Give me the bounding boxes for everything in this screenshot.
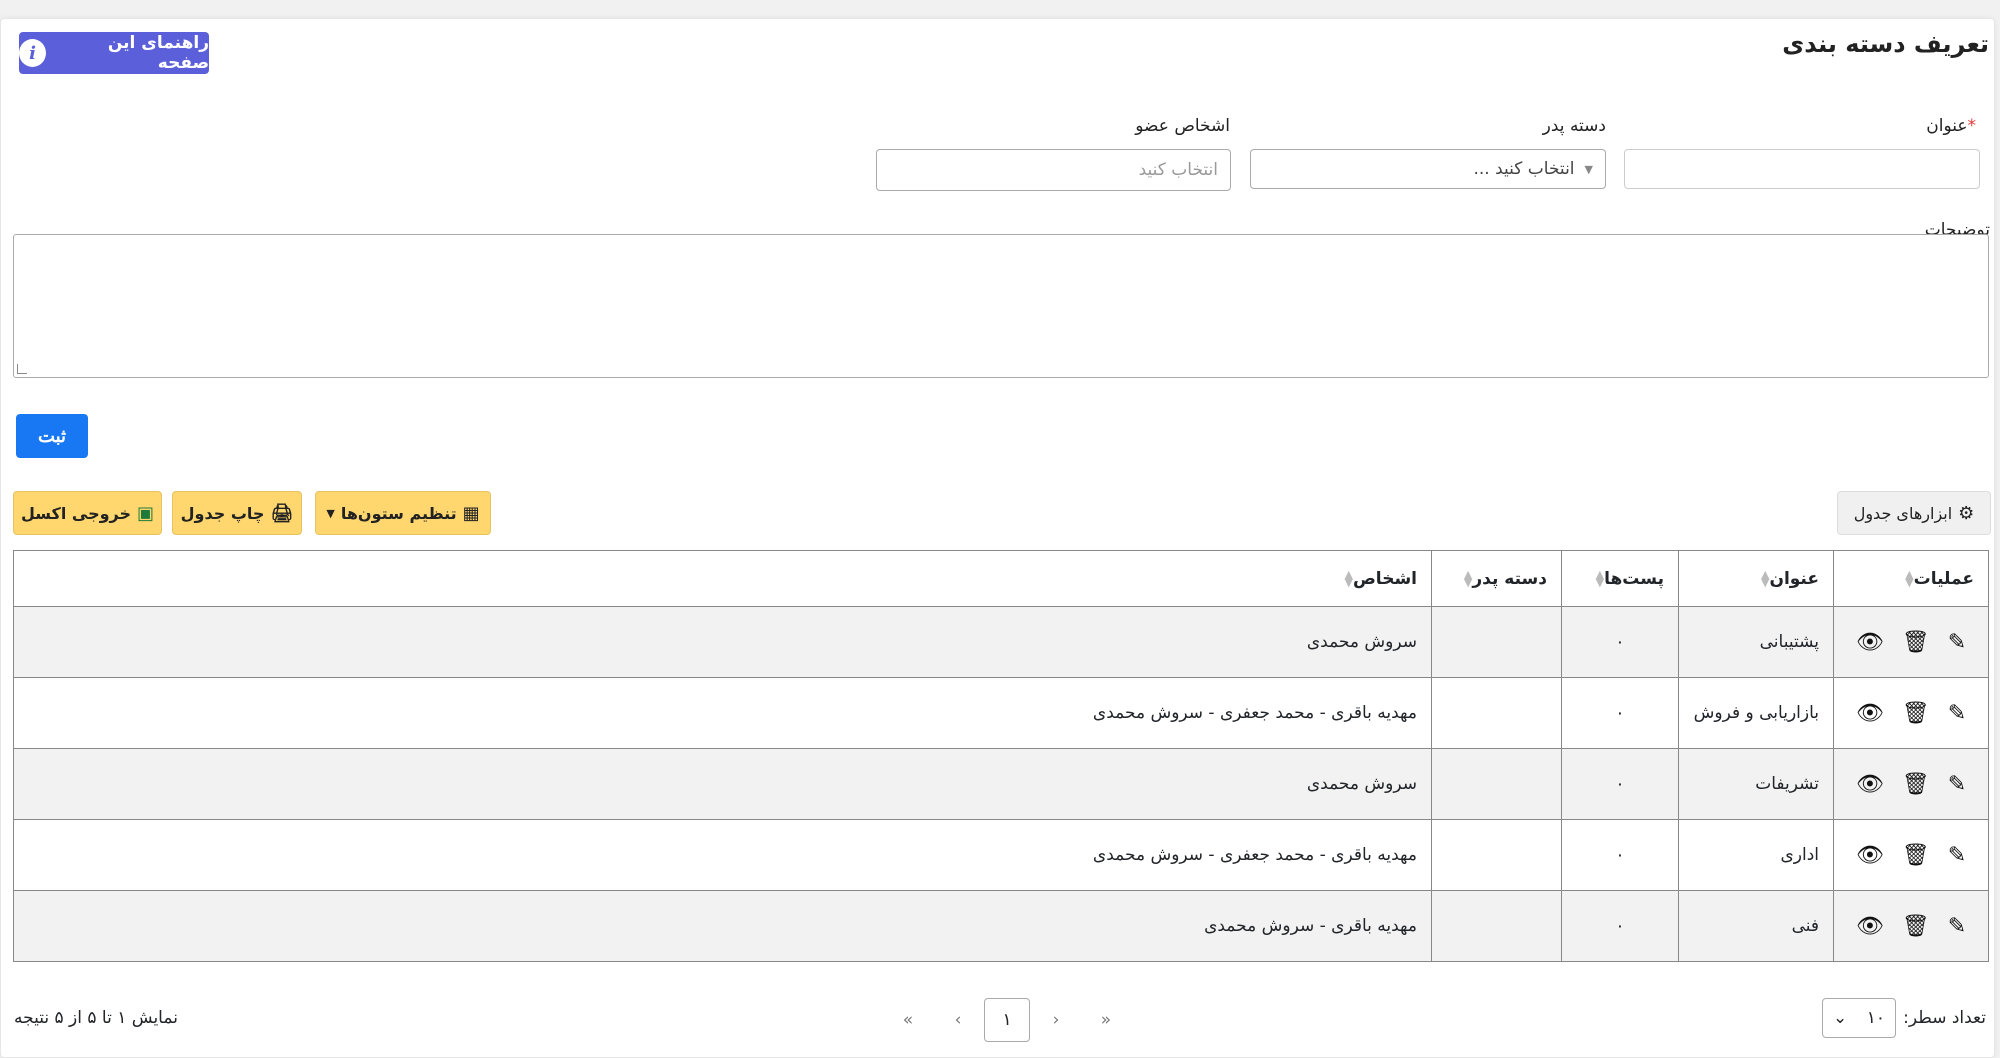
row-parent [1431,890,1562,962]
row-persons: مهدیه باقری - سروش محمدی [13,890,1432,962]
row-operations: 👁 🗑 ✎ [1833,819,1989,891]
row-title: تشریفات [1678,748,1834,820]
members-select[interactable]: انتخاب کنید [876,149,1231,191]
first-page-button[interactable]: « [1094,998,1118,1042]
table-tools-label: ابزارهای جدول [1853,503,1953,523]
edit-icon[interactable]: ✎ [1948,630,1966,655]
last-page-button[interactable]: » [896,998,920,1042]
delete-icon[interactable]: 🗑 [1902,914,1930,939]
help-button-label: راهنمای این صفحه [107,33,209,73]
page-title: تعریف دسته بندی [1782,30,1989,58]
title-input[interactable] [1624,149,1980,189]
row-title: اداری [1678,819,1834,891]
sort-icon: ▲ ▼ [1905,567,1914,589]
info-icon: i [19,39,47,67]
print-table-label: چاپ جدول [180,503,265,523]
delete-icon[interactable]: 🗑 [1902,630,1930,655]
members-field-label: اشخاص عضو [1135,116,1230,136]
parent-select[interactable]: ▼ انتخاب کنید ... [1250,149,1606,189]
row-parent [1431,819,1562,891]
edit-icon[interactable]: ✎ [1948,772,1966,797]
column-settings-label: تنظیم ستون‌ها [340,503,457,523]
edit-icon[interactable]: ✎ [1948,701,1966,726]
column-settings-button[interactable]: ▦ تنظیم ستون‌ها ▼ [315,491,491,535]
table-row: 👁 🗑 ✎ پشتیبانی ۰ سروش محمدی [13,606,1989,678]
categories-table: عملیات▲ ▼ عنوان▲ ▼ پست‌ها▲ ▼ دسته پدر▲ ▼ اشخ… [13,550,1989,962]
parent-select-placeholder: انتخاب کنید ... [1473,159,1575,179]
table-row: 👁 🗑 ✎ بازاریابی و فروش ۰ مهدیه باقری - م… [13,677,1989,749]
row-parent [1431,606,1562,678]
title-label-text: عنوان [1926,116,1968,136]
row-persons: سروش محمدی [13,748,1432,820]
submit-button[interactable]: ثبت [16,414,88,458]
row-persons: مهدیه باقری - محمد جعفری - سروش محمدی [13,819,1432,891]
row-posts: ۰ [1561,748,1679,820]
printer-icon: 🖨 [270,502,294,524]
edit-icon[interactable]: ✎ [1948,914,1966,939]
dropdown-caret-icon: ▼ [1584,162,1593,176]
results-summary: نمایش ۱ تا ۵ از ۵ نتیجه [14,1008,178,1028]
excel-icon: ▣ [137,502,155,524]
row-parent [1431,748,1562,820]
current-page-button[interactable]: ۱ [984,998,1030,1042]
table-row: 👁 🗑 ✎ فنی ۰ مهدیه باقری - سروش محمدی [13,890,1989,962]
row-title: بازاریابی و فروش [1678,677,1834,749]
required-mark: * [1967,116,1977,136]
row-posts: ۰ [1561,677,1679,749]
page-help-button[interactable]: راهنمای این صفحه i [19,32,209,74]
edit-icon[interactable]: ✎ [1948,843,1966,868]
sort-icon: ▲ ▼ [1595,567,1605,589]
sort-icon: ▲ ▼ [1344,567,1353,589]
delete-icon[interactable]: 🗑 [1902,843,1930,868]
delete-icon[interactable]: 🗑 [1902,772,1930,797]
row-persons: سروش محمدی [13,606,1432,678]
print-table-button[interactable]: 🖨 چاپ جدول [172,491,302,535]
dropdown-caret-icon: ▼ [326,506,335,520]
gear-icon: ⚙ [1958,502,1975,524]
table-row: 👁 🗑 ✎ اداری ۰ مهدیه باقری - محمد جعفری -… [13,819,1989,891]
table-tools-button[interactable]: ⚙ ابزارهای جدول [1837,491,1991,535]
row-operations: 👁 🗑 ✎ [1833,606,1989,678]
header-operations[interactable]: عملیات▲ ▼ [1833,550,1989,607]
header-posts[interactable]: پست‌ها▲ ▼ [1561,550,1679,607]
view-icon[interactable]: 👁 [1856,843,1884,868]
row-parent [1431,677,1562,749]
header-title[interactable]: عنوان▲ ▼ [1678,550,1834,607]
row-title: فنی [1678,890,1834,962]
row-operations: 👁 🗑 ✎ [1833,890,1989,962]
view-icon[interactable]: 👁 [1856,630,1884,655]
description-textarea[interactable] [13,234,1989,378]
resize-handle-icon[interactable] [17,364,27,374]
view-icon[interactable]: 👁 [1856,914,1884,939]
row-posts: ۰ [1561,819,1679,891]
row-operations: 👁 🗑 ✎ [1833,677,1989,749]
view-icon[interactable]: 👁 [1856,772,1884,797]
table-row: 👁 🗑 ✎ تشریفات ۰ سروش محمدی [13,748,1989,820]
delete-icon[interactable]: 🗑 [1902,701,1930,726]
excel-export-label: خروجی اکسل [20,503,132,523]
row-persons: مهدیه باقری - محمد جعفری - سروش محمدی [13,677,1432,749]
next-page-button[interactable]: › [948,998,968,1042]
row-posts: ۰ [1561,890,1679,962]
view-icon[interactable]: 👁 [1856,701,1884,726]
members-placeholder: انتخاب کنید [1138,160,1218,180]
header-parent[interactable]: دسته پدر▲ ▼ [1431,550,1562,607]
header-persons[interactable]: اشخاص▲ ▼ [13,550,1432,607]
pagination: « ‹ ۱ › » [0,998,2000,1042]
excel-export-button[interactable]: ▣ خروجی اکسل [13,491,162,535]
parent-field-label: دسته پدر [1542,116,1606,136]
row-posts: ۰ [1561,606,1679,678]
row-title: پشتیبانی [1678,606,1834,678]
row-operations: 👁 🗑 ✎ [1833,748,1989,820]
prev-page-button[interactable]: ‹ [1046,998,1066,1042]
table-settings-icon: ▦ [462,502,480,524]
title-field-label: *عنوان [1926,116,1976,136]
